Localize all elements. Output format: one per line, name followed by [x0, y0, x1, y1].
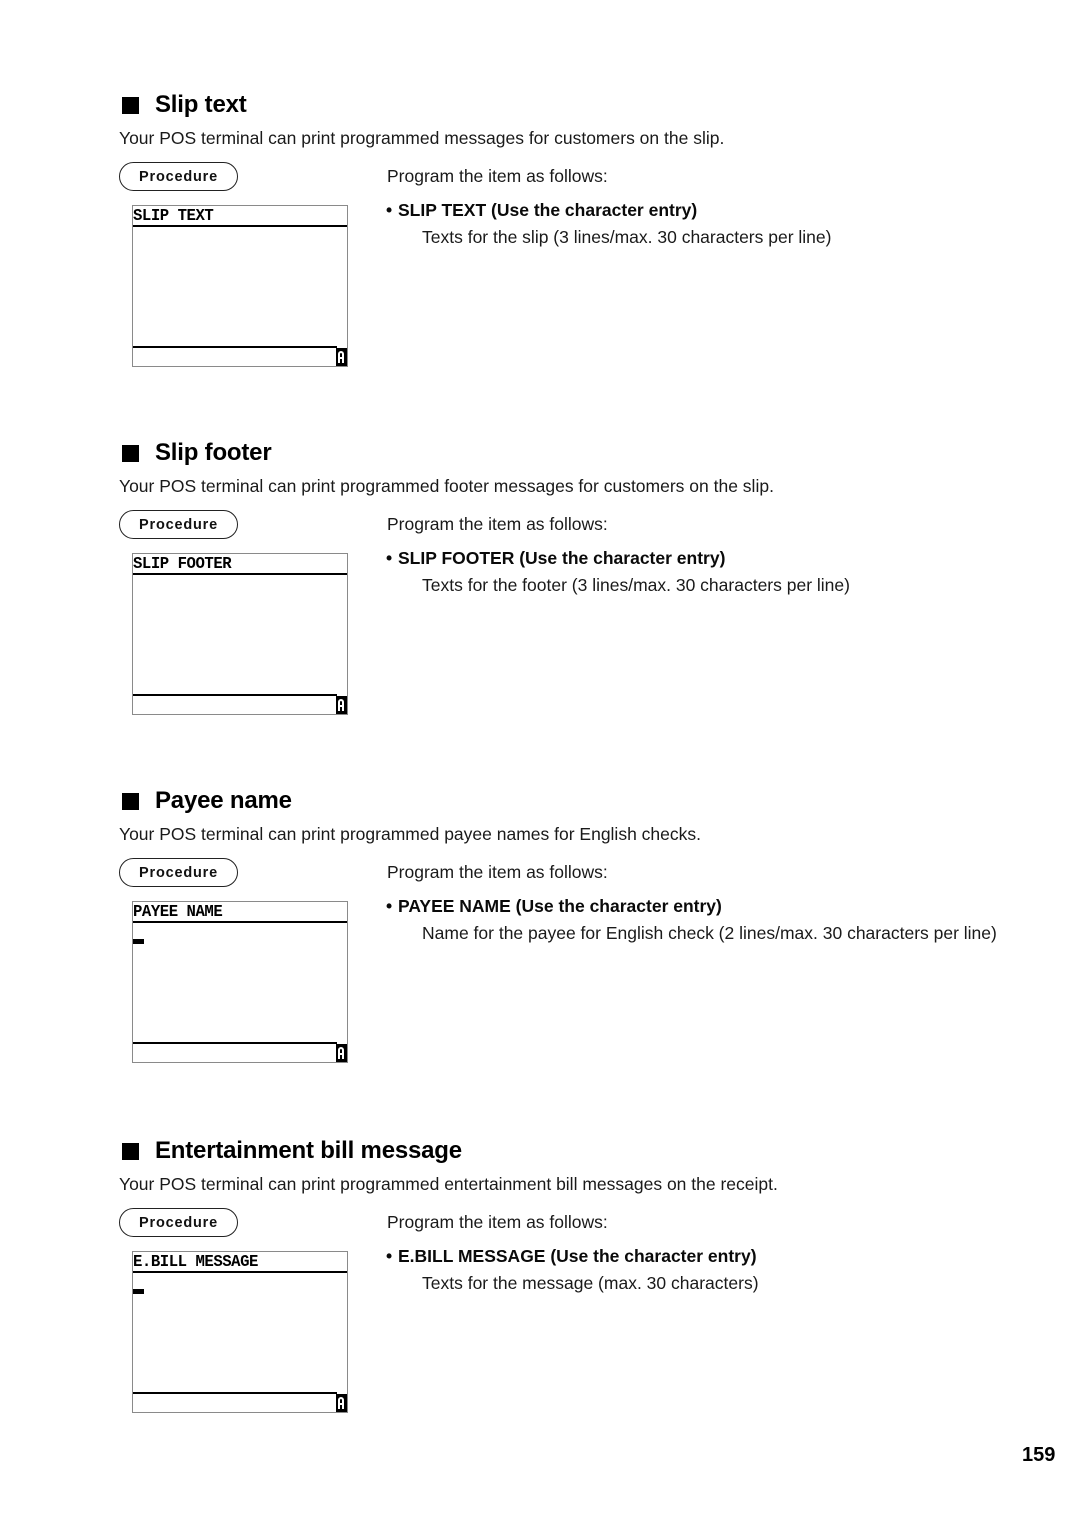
- heading-text: Slip footer: [155, 439, 272, 466]
- section-slip-text: Slip text Your POS terminal can print pr…: [0, 88, 1080, 436]
- heading-text: Entertainment bill message: [155, 1137, 462, 1164]
- bullet-icon: •: [386, 1246, 393, 1266]
- alpha-mode-icon: [336, 348, 347, 366]
- item-label-text: SLIP TEXT (Use the character entry): [398, 200, 698, 220]
- section-intro: Your POS terminal can print programmed f…: [119, 476, 774, 496]
- lcd-title-rule: [133, 1271, 347, 1273]
- section-intro: Your POS terminal can print programmed e…: [119, 1174, 778, 1194]
- procedure-badge: Procedure: [119, 510, 238, 539]
- item-label-text: SLIP FOOTER (Use the character entry): [398, 548, 726, 568]
- lcd-title: SLIP TEXT: [133, 206, 330, 227]
- letter-a-bar: [338, 357, 344, 359]
- program-instruction: Program the item as follows:: [387, 514, 608, 534]
- text-cursor: [133, 1289, 144, 1294]
- lcd-title-rule: [133, 573, 347, 575]
- heading-text: Slip text: [155, 91, 247, 118]
- item-description: Texts for the slip (3 lines/max. 30 char…: [422, 227, 832, 247]
- alpha-mode-icon: [336, 696, 347, 714]
- lcd-title-rule: [133, 921, 347, 923]
- lcd-screen: SLIP FOOTER: [132, 553, 348, 715]
- item-label-text: E.BILL MESSAGE (Use the character entry): [398, 1246, 757, 1266]
- page-number: 159: [1022, 1444, 1056, 1466]
- item-description: Texts for the footer (3 lines/max. 30 ch…: [422, 575, 850, 595]
- square-bullet-icon: [122, 444, 139, 462]
- lcd-title: PAYEE NAME: [133, 902, 330, 923]
- item-label-text: PAYEE NAME (Use the character entry): [398, 896, 722, 916]
- section-heading: Payee name: [122, 784, 292, 818]
- bullet-icon: •: [386, 896, 393, 916]
- bullet-icon: •: [386, 548, 393, 568]
- lcd-title: E.BILL MESSAGE: [133, 1252, 330, 1273]
- lcd-screen: PAYEE NAME: [132, 901, 348, 1063]
- lcd-title-rule: [133, 225, 347, 227]
- section-intro: Your POS terminal can print programmed m…: [119, 128, 725, 148]
- item-label: • PAYEE NAME (Use the character entry): [386, 896, 722, 917]
- lcd-bottom-rule: [133, 694, 337, 696]
- letter-a-bar: [338, 705, 344, 707]
- letter-a-bar: [338, 1053, 344, 1055]
- lcd-screen: SLIP TEXT: [132, 205, 348, 367]
- square-bullet-icon: [122, 96, 139, 114]
- bullet-icon: •: [386, 200, 393, 220]
- item-description: Name for the payee for English check (2 …: [422, 923, 997, 943]
- section-heading: Entertainment bill message: [122, 1134, 462, 1168]
- section-heading: Slip footer: [122, 436, 272, 470]
- program-instruction: Program the item as follows:: [387, 166, 608, 186]
- lcd-title: SLIP FOOTER: [133, 554, 330, 575]
- square-bullet-icon: [122, 1142, 139, 1160]
- lcd-bottom-rule: [133, 1042, 337, 1044]
- item-description: Texts for the message (max. 30 character…: [422, 1273, 759, 1293]
- square-bullet-icon: [122, 792, 139, 810]
- lcd-bottom-rule: [133, 346, 337, 348]
- procedure-badge: Procedure: [119, 858, 238, 887]
- program-instruction: Program the item as follows:: [387, 1212, 608, 1232]
- section-entertainment-bill-message: Entertainment bill message Your POS term…: [0, 1134, 1080, 1482]
- program-instruction: Program the item as follows:: [387, 862, 608, 882]
- section-intro: Your POS terminal can print programmed p…: [119, 824, 701, 844]
- section-slip-footer: Slip footer Your POS terminal can print …: [0, 436, 1080, 784]
- section-heading: Slip text: [122, 88, 247, 122]
- procedure-badge: Procedure: [119, 1208, 238, 1237]
- item-label: • SLIP TEXT (Use the character entry): [386, 200, 697, 221]
- alpha-mode-icon: [336, 1044, 347, 1062]
- heading-text: Payee name: [155, 787, 292, 814]
- lcd-bottom-rule: [133, 1392, 337, 1394]
- lcd-screen: E.BILL MESSAGE: [132, 1251, 348, 1413]
- text-cursor: [133, 939, 144, 944]
- alpha-mode-icon: [336, 1394, 347, 1412]
- item-label: • SLIP FOOTER (Use the character entry): [386, 548, 725, 569]
- item-label: • E.BILL MESSAGE (Use the character entry…: [386, 1246, 757, 1267]
- section-payee-name: Payee name Your POS terminal can print p…: [0, 784, 1080, 1132]
- procedure-badge: Procedure: [119, 162, 238, 191]
- letter-a-bar: [338, 1403, 344, 1405]
